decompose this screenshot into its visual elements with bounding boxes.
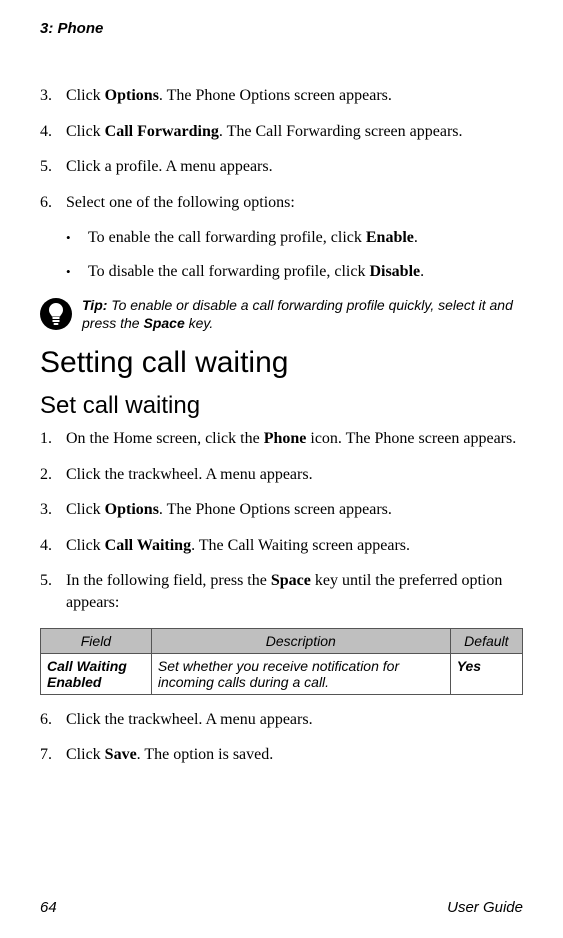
step-item: 3. Click Options. The Phone Options scre… [40,499,523,521]
table-cell-field: Call Waiting Enabled [41,653,152,694]
step-number: 3. [40,499,66,521]
step-number: 6. [40,709,66,731]
table-header-default: Default [450,628,522,653]
table-cell-default: Yes [450,653,522,694]
step-number: 6. [40,192,66,214]
step-item: 6. Click the trackwheel. A menu appears. [40,709,523,731]
step-number: 5. [40,570,66,592]
step-item: 4. Click Call Waiting. The Call Waiting … [40,535,523,557]
step-item: 2. Click the trackwheel. A menu appears. [40,464,523,486]
bullet-dot: • [66,261,88,283]
step-text: In the following field, press the Space … [66,570,523,613]
step-number: 2. [40,464,66,486]
step-text: Click Save. The option is saved. [66,744,523,766]
tip-callout: Tip: To enable or disable a call forward… [40,296,523,332]
step-number: 4. [40,121,66,143]
step-item: 3. Click Options. The Phone Options scre… [40,85,523,107]
step-text: Select one of the following options: [66,192,523,214]
step-text: Click Options. The Phone Options screen … [66,499,523,521]
step-number: 3. [40,85,66,107]
section-heading: Setting call waiting [40,346,523,380]
step-item: 6. Select one of the following options: [40,192,523,214]
table-header-field: Field [41,628,152,653]
footer-label: User Guide [447,899,523,916]
tip-text: Tip: To enable or disable a call forward… [82,296,523,332]
step-text: Click Options. The Phone Options screen … [66,85,523,107]
step-text: Click a profile. A menu appears. [66,156,523,178]
step-item: 1. On the Home screen, click the Phone i… [40,428,523,450]
step-item: 5. In the following field, press the Spa… [40,570,523,613]
bullet-item: • To enable the call forwarding profile,… [40,227,523,249]
table-header-description: Description [151,628,450,653]
lightbulb-icon [40,298,72,330]
bullet-dot: • [66,227,88,249]
step-number: 1. [40,428,66,450]
step-number: 5. [40,156,66,178]
bullet-item: • To disable the call forwarding profile… [40,261,523,283]
step-number: 7. [40,744,66,766]
step-text: Click the trackwheel. A menu appears. [66,709,523,731]
page-footer: 64 User Guide [40,899,523,916]
chapter-header: 3: Phone [40,20,523,37]
subsection-heading: Set call waiting [40,392,523,420]
step-text: Click Call Forwarding. The Call Forwardi… [66,121,523,143]
bullet-text: To enable the call forwarding profile, c… [88,227,523,249]
step-item: 4. Click Call Forwarding. The Call Forwa… [40,121,523,143]
step-text: Click Call Waiting. The Call Waiting scr… [66,535,523,557]
bullet-text: To disable the call forwarding profile, … [88,261,523,283]
step-text: On the Home screen, click the Phone icon… [66,428,523,450]
step-item: 7. Click Save. The option is saved. [40,744,523,766]
table-cell-description: Set whether you receive notification for… [151,653,450,694]
step-number: 4. [40,535,66,557]
field-table: Field Description Default Call Waiting E… [40,628,523,695]
step-text: Click the trackwheel. A menu appears. [66,464,523,486]
table-row: Call Waiting Enabled Set whether you rec… [41,653,523,694]
page-number: 64 [40,899,57,916]
step-item: 5. Click a profile. A menu appears. [40,156,523,178]
